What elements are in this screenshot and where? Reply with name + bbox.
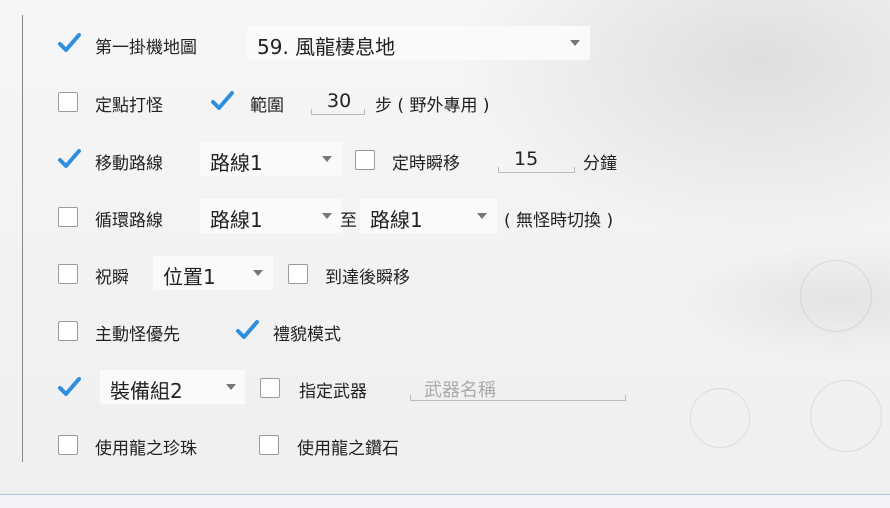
row-gear-set: 裝備組2 指定武器 武器名稱 xyxy=(0,368,890,408)
timed-teleport-unit: 分鐘 xyxy=(583,154,617,174)
move-route-checkbox[interactable] xyxy=(58,149,81,170)
timed-teleport-checkbox[interactable] xyxy=(355,150,375,170)
range-steps-input[interactable]: 30 xyxy=(311,85,365,119)
row-bless-teleport: 祝瞬 位置1 到達後瞬移 xyxy=(0,254,890,294)
gear-set-value: 裝備組2 xyxy=(110,379,183,403)
checkmark-icon xyxy=(58,377,81,396)
chevron-down-icon xyxy=(226,384,236,390)
loop-route-to-label: 至 xyxy=(340,211,357,231)
active-priority-checkbox[interactable] xyxy=(58,321,78,341)
row-first-map: 第一掛機地圖 59. 風龍棲息地 xyxy=(0,24,890,64)
loop-route-from-select[interactable]: 路線1 xyxy=(200,199,342,233)
weapon-label: 指定武器 xyxy=(299,382,367,402)
bottom-bar xyxy=(0,495,890,508)
chevron-down-icon xyxy=(570,40,580,46)
checkmark-icon xyxy=(58,33,81,52)
fixed-point-label: 定點打怪 xyxy=(95,96,163,116)
move-route-value: 路線1 xyxy=(210,151,263,175)
first-map-value: 59. 風龍棲息地 xyxy=(257,35,396,59)
loop-route-to-select[interactable]: 路線1 xyxy=(360,199,497,233)
weapon-checkbox[interactable] xyxy=(260,378,280,398)
first-map-select[interactable]: 59. 風龍棲息地 xyxy=(247,26,590,60)
dragon-diamond-label: 使用龍之鑽石 xyxy=(297,439,399,459)
bless-teleport-select[interactable]: 位置1 xyxy=(153,256,273,290)
polite-mode-label: 禮貌模式 xyxy=(273,325,341,345)
row-move-route: 移動路線 路線1 定時瞬移 15 分鐘 xyxy=(0,140,890,180)
checkmark-icon xyxy=(58,149,81,168)
range-steps-value: 30 xyxy=(327,90,352,112)
row-fixed-point: 定點打怪 範圍 30 步 ( 野外專用 ) xyxy=(0,82,890,122)
timed-teleport-label: 定時瞬移 xyxy=(392,154,460,174)
checkmark-icon xyxy=(211,91,234,110)
weapon-name-placeholder: 武器名稱 xyxy=(424,380,496,401)
teleport-on-arrive-checkbox[interactable] xyxy=(288,264,308,284)
gear-set-select[interactable]: 裝備組2 xyxy=(100,370,245,404)
range-checkbox[interactable] xyxy=(211,91,234,112)
first-map-checkbox[interactable] xyxy=(58,33,81,54)
dragon-diamond-checkbox[interactable] xyxy=(259,435,279,455)
loop-route-checkbox[interactable] xyxy=(58,207,78,227)
move-route-label: 移動路線 xyxy=(95,154,163,174)
fixed-point-checkbox[interactable] xyxy=(58,92,78,112)
timed-teleport-value: 15 xyxy=(514,148,539,170)
teleport-on-arrive-label: 到達後瞬移 xyxy=(325,268,410,288)
chevron-down-icon xyxy=(253,270,263,276)
loop-route-note: ( 無怪時切換 ) xyxy=(504,211,614,231)
dragon-pearl-checkbox[interactable] xyxy=(58,435,78,455)
bless-teleport-label: 祝瞬 xyxy=(95,268,129,288)
chevron-down-icon xyxy=(322,213,332,219)
range-label: 範圍 xyxy=(250,96,284,116)
loop-route-label: 循環路線 xyxy=(95,211,163,231)
dragon-pearl-label: 使用龍之珍珠 xyxy=(95,439,197,459)
chevron-down-icon xyxy=(477,213,487,219)
chevron-down-icon xyxy=(322,156,332,162)
row-active-priority: 主動怪優先 禮貌模式 xyxy=(0,311,890,351)
first-map-label: 第一掛機地圖 xyxy=(95,38,197,58)
row-dragon-items: 使用龍之珍珠 使用龍之鑽石 xyxy=(0,425,890,465)
gear-set-checkbox[interactable] xyxy=(58,377,81,398)
bless-teleport-value: 位置1 xyxy=(163,265,216,289)
range-suffix: 步 ( 野外專用 ) xyxy=(375,96,490,116)
checkmark-icon xyxy=(236,320,259,339)
timed-teleport-input[interactable]: 15 xyxy=(498,143,575,177)
row-loop-route: 循環路線 路線1 至 路線1 ( 無怪時切換 ) xyxy=(0,197,890,237)
move-route-select[interactable]: 路線1 xyxy=(200,142,342,176)
loop-route-from-value: 路線1 xyxy=(210,208,263,232)
loop-route-to-value: 路線1 xyxy=(370,208,423,232)
weapon-name-input[interactable]: 武器名稱 xyxy=(410,371,626,405)
bless-teleport-checkbox[interactable] xyxy=(58,264,78,284)
active-priority-label: 主動怪優先 xyxy=(95,325,180,345)
polite-mode-checkbox[interactable] xyxy=(236,320,259,341)
